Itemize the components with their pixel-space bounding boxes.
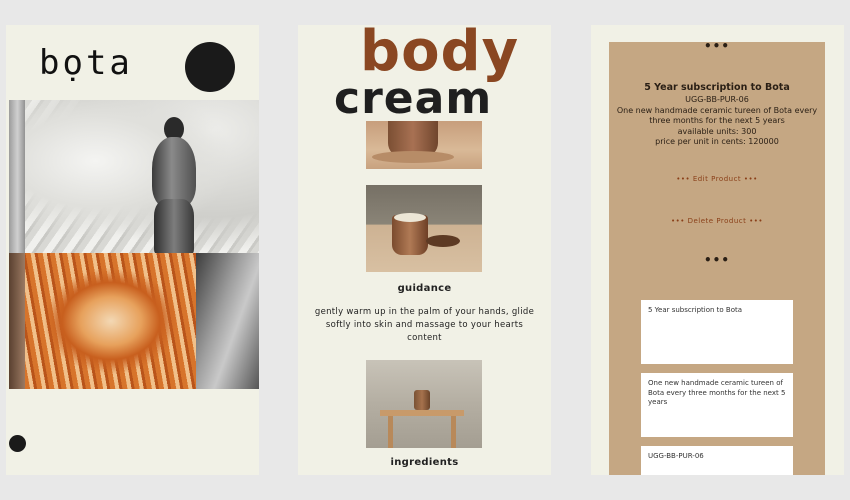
hero-title: body cream [298,25,551,135]
jar-saucer [426,235,460,247]
jar-plate [372,151,454,163]
product-sku: UGG-BB-PUR-06 [685,95,749,104]
skin-photo [9,253,25,389]
sku-field[interactable]: UGG-BB-PUR-06 [641,446,793,475]
stool-photo [366,360,482,448]
ingredients-heading: ingredients [390,457,459,468]
papaya-photo [25,253,197,389]
brand-panel: bọta [6,25,259,475]
logo-circle-icon [185,42,235,92]
product-description: One new handmade ceramic tureen of Bota … [616,105,818,126]
product-title: 5 Year subscription to Bota [644,82,790,93]
stool-leg [451,416,456,448]
edit-product-button[interactable]: ••• Edit Product ••• [609,175,825,183]
small-circle-icon [9,435,26,452]
hero-word-cream: cream [334,73,493,124]
guidance-text: gently warm up in the palm of your hands… [314,307,535,343]
jar-photo-middle [366,185,482,272]
delete-product-button[interactable]: ••• Delete Product ••• [609,217,825,225]
product-details: UGG-BB-PUR-06 One new handmade ceramic t… [615,95,819,148]
brand-logo[interactable]: bọta [39,43,133,83]
section-dots-icon: ••• [703,253,730,267]
figure-photo [144,117,204,255]
stone-photo [9,100,26,253]
menu-dots-icon[interactable]: ••• [609,40,825,52]
description-field[interactable]: One new handmade ceramic tureen of Bota … [641,373,793,437]
figure-torso [152,137,196,207]
figure-legs [154,199,194,255]
product-card: ••• 5 Year subscription to Bota UGG-BB-P… [609,40,825,475]
stool-leg [388,416,393,448]
jar-lid [394,213,426,222]
product-panel: body cream guidance gently warm up in th… [298,25,551,475]
guidance-heading: guidance [397,283,452,294]
title-field[interactable]: 5 Year subscription to Bota [641,300,793,364]
product-price: price per unit in cents: 120000 [655,137,779,146]
stool-jar [414,390,430,410]
product-available-units: available units: 300 [677,126,757,136]
beach-photo [25,100,259,253]
admin-panel: ••• 5 Year subscription to Bota UGG-BB-P… [591,25,844,475]
arm-photo [196,253,259,389]
